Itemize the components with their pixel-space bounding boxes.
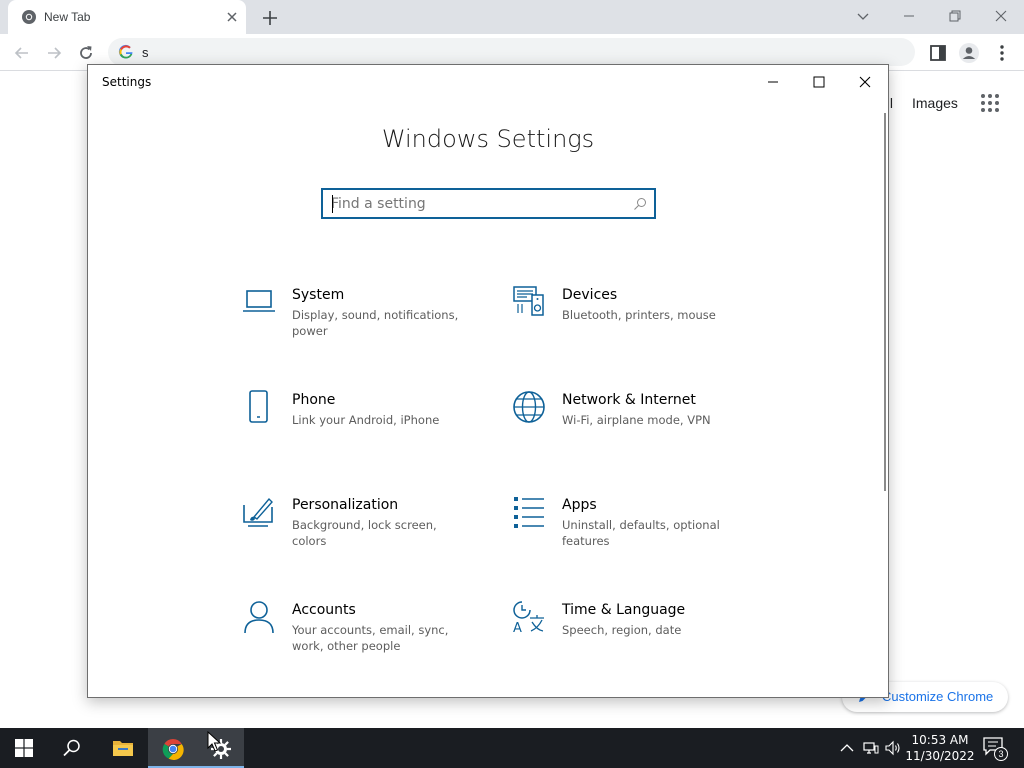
mouse-cursor-icon — [207, 731, 221, 752]
tile-name: Accounts — [292, 602, 356, 618]
tile-name: System — [292, 287, 345, 303]
globe-icon — [513, 391, 545, 423]
browser-restore-icon[interactable] — [945, 6, 965, 26]
search-icon — [63, 739, 80, 757]
show-hidden-icons-chevron-icon[interactable] — [838, 739, 856, 757]
settings-maximize-icon[interactable] — [808, 71, 830, 93]
settings-window-title: Settings — [102, 75, 152, 89]
tile-network-internet[interactable]: Network & Internet Wi-Fi, airplane mode,… — [512, 390, 762, 460]
action-center-button[interactable]: 3 — [982, 736, 1008, 762]
tile-system[interactable]: System Display, sound, notifications, po… — [242, 285, 492, 355]
taskbar-file-explorer[interactable] — [98, 728, 146, 768]
tile-description: Link your Android, iPhone — [292, 413, 440, 427]
tile-description: Display, sound, notifications, power — [292, 308, 459, 338]
tile-description: Background, lock screen, colors — [292, 518, 437, 548]
network-icon[interactable] — [862, 739, 880, 757]
tab-new-tab[interactable]: New Tab — [8, 0, 246, 34]
taskbar-search-button[interactable] — [48, 728, 96, 768]
windows-logo-icon — [15, 739, 33, 757]
clock-date: 11/30/2022 — [905, 749, 975, 763]
settings-minimize-icon[interactable] — [762, 71, 784, 93]
search-icon[interactable] — [632, 196, 648, 212]
close-tab-icon[interactable] — [224, 9, 240, 25]
settings-window: Settings Windows Settings System Display… — [87, 64, 889, 698]
apps-list-icon — [514, 497, 544, 528]
tile-devices[interactable]: Devices Bluetooth, printers, mouse — [512, 285, 762, 355]
back-arrow-icon[interactable] — [12, 43, 32, 63]
paintbrush-icon — [243, 497, 273, 527]
forward-arrow-icon[interactable] — [44, 43, 64, 63]
taskbar: 10:53 AM 11/30/2022 3 — [0, 728, 1024, 768]
tile-phone[interactable]: Phone Link your Android, iPhone — [242, 390, 492, 460]
browser-minimize-icon[interactable] — [899, 6, 919, 26]
tile-accounts[interactable]: Accounts Your accounts, email, sync, wor… — [242, 600, 492, 670]
chrome-favicon-icon — [22, 10, 36, 24]
tab-title: New Tab — [44, 10, 91, 24]
tile-personalization[interactable]: Personalization Background, lock screen,… — [242, 495, 492, 565]
time-language-icon: A — [513, 601, 544, 634]
folder-icon — [113, 741, 133, 756]
reload-icon[interactable] — [76, 43, 96, 63]
chrome-tab-strip: New Tab — [0, 0, 1024, 34]
chrome-logo-icon — [162, 739, 184, 760]
taskbar-chrome[interactable] — [148, 728, 196, 768]
notification-count-badge: 3 — [994, 747, 1008, 761]
side-panel-icon[interactable] — [927, 42, 949, 64]
tile-description: Wi-Fi, airplane mode, VPN — [562, 413, 711, 427]
browser-close-icon[interactable] — [991, 6, 1011, 26]
settings-close-icon[interactable] — [854, 71, 876, 93]
tile-description: Your accounts, email, sync, work, other … — [292, 623, 449, 653]
tile-description: Speech, region, date — [562, 623, 682, 637]
google-g-icon — [118, 44, 133, 59]
google-apps-grid-icon[interactable] — [980, 93, 1000, 113]
clock-time: 10:53 AM — [911, 733, 969, 747]
windows-settings-heading: Windows Settings — [381, 125, 595, 153]
chrome-menu-icon[interactable] — [991, 42, 1013, 64]
find-setting-input[interactable] — [331, 194, 621, 214]
address-bar[interactable]: s — [108, 38, 915, 66]
taskbar-clock[interactable]: 10:53 AM 11/30/2022 — [905, 732, 975, 764]
devices-icon — [513, 286, 544, 316]
tile-apps[interactable]: Apps Uninstall, defaults, optional featu… — [512, 495, 762, 565]
phone-icon — [249, 390, 268, 423]
person-icon — [244, 601, 274, 634]
tile-description: Bluetooth, printers, mouse — [562, 308, 716, 322]
laptop-icon — [243, 290, 275, 312]
volume-icon[interactable] — [884, 739, 902, 757]
text-caret — [332, 195, 333, 213]
address-bar-text: s — [142, 45, 149, 60]
tile-name: Phone — [292, 392, 336, 408]
profile-avatar-icon[interactable] — [958, 42, 980, 64]
start-button[interactable] — [0, 728, 48, 768]
tile-name: Personalization — [292, 497, 399, 513]
tile-name: Devices — [562, 287, 618, 303]
tile-time-language[interactable]: A Time & Language Speech, region, date — [512, 600, 762, 670]
settings-scrollbar[interactable] — [884, 113, 886, 491]
find-setting-search-box[interactable] — [321, 188, 656, 219]
tab-search-chevron-icon[interactable] — [853, 6, 873, 26]
customize-chrome-label: Customize Chrome — [882, 689, 994, 704]
svg-text:A: A — [513, 621, 522, 634]
tile-name: Time & Language — [562, 602, 686, 618]
images-link[interactable]: Images — [912, 95, 958, 111]
tile-name: Apps — [562, 497, 597, 513]
new-tab-plus-icon[interactable] — [260, 8, 280, 28]
tile-description: Uninstall, defaults, optional features — [562, 518, 720, 548]
tile-name: Network & Internet — [562, 392, 696, 408]
